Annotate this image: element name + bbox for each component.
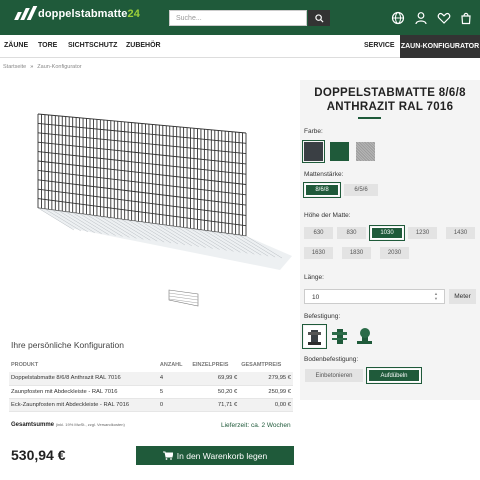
- cell-unit-price: 71,71 €: [217, 401, 238, 408]
- color-label: Farbe:: [304, 128, 323, 135]
- mount-label: Befestigung:: [304, 313, 341, 320]
- nav-item-tore[interactable]: TORE: [38, 42, 57, 49]
- add-to-cart-button[interactable]: In den Warenkorb legen: [136, 446, 294, 465]
- table-row: Doppelstabmatte 8/6/8 Anthrazit RAL 7016…: [9, 372, 293, 385]
- cell-product: Eck-Zaunpfosten mit Abdeckleiste - RAL 7…: [11, 401, 130, 408]
- col-total-price: GESAMTPREIS: [241, 362, 282, 368]
- breadcrumb-home[interactable]: Startseite: [3, 64, 26, 70]
- nav-item-zaeune[interactable]: ZÄUNE: [4, 42, 28, 49]
- main-nav: ZÄUNE TORE SICHTSCHUTZ ZUBEHÖR SERVICE Z…: [0, 35, 480, 58]
- total-price: 530,94 €: [11, 447, 66, 463]
- mount-option-1-icon[interactable]: [301, 323, 328, 350]
- logo[interactable]: doppelstabmatte24: [12, 6, 140, 20]
- table-row: Eck-Zaunpfosten mit Abdeckleiste - RAL 7…: [9, 398, 293, 411]
- cart-icon[interactable]: [459, 11, 473, 25]
- thickness-option-656[interactable]: 6/5/6: [344, 184, 378, 196]
- cell-total-price: 279,95 €: [268, 375, 291, 382]
- col-unit-price: EINZELPREIS: [192, 362, 229, 368]
- length-stepper-icon[interactable]: ▲ ▼: [434, 291, 438, 301]
- cell-total-price: 0,00 €: [274, 401, 291, 408]
- color-swatch-gruen[interactable]: [330, 142, 349, 161]
- breadcrumb-current: Zaun-Konfigurator: [37, 64, 82, 70]
- color-swatch-verzinkt[interactable]: [356, 142, 375, 161]
- nav-item-zubehoer[interactable]: ZUBEHÖR: [126, 42, 161, 49]
- cell-unit-price: 69,99 €: [217, 375, 238, 382]
- user-icon[interactable]: [414, 11, 428, 25]
- summary-table: PRODUKT ANZAHL EINZELPREIS GESAMTPREIS D…: [9, 358, 293, 412]
- add-to-cart-label: In den Warenkorb legen: [176, 450, 268, 461]
- cell-product: Zaunpfosten mit Abdeckleiste - RAL 7016: [11, 388, 118, 395]
- height-option-1830[interactable]: 1830: [342, 247, 371, 259]
- floor-mount-label: Bodenbefestigung:: [304, 356, 359, 363]
- top-header: doppelstabmatte24 Suche...: [0, 0, 480, 35]
- logo-text: doppelstabmatte24: [38, 8, 140, 20]
- summary-title: Ihre persönliche Konfiguration: [11, 340, 124, 350]
- thickness-label: Mattenstärke:: [304, 171, 344, 178]
- height-option-1430[interactable]: 1430: [446, 227, 475, 239]
- height-label: Höhe der Matte:: [304, 212, 351, 219]
- table-row: Zaunpfosten mit Abdeckleiste - RAL 7016 …: [9, 385, 293, 398]
- globe-icon[interactable]: [391, 11, 405, 25]
- length-unit: Meter: [449, 289, 476, 304]
- heart-icon[interactable]: [437, 11, 451, 25]
- product-thumbnail[interactable]: [168, 288, 200, 308]
- cell-quantity: 0: [159, 401, 164, 408]
- floor-option-einbetonieren[interactable]: Einbetonieren: [305, 369, 363, 382]
- cell-unit-price: 50,20 €: [217, 388, 238, 395]
- length-label: Länge:: [304, 274, 324, 281]
- title-underline: [358, 117, 381, 119]
- search-button[interactable]: [308, 10, 330, 26]
- search-icon: [314, 13, 324, 23]
- nav-item-service[interactable]: SERVICE: [364, 42, 395, 49]
- color-swatch-anthrazit[interactable]: [301, 139, 326, 164]
- mount-option-3-icon[interactable]: [354, 326, 375, 347]
- total-label: Gesamtsumme (inkl. 19% MwSt., zzgl. Vers…: [11, 422, 125, 428]
- table-header-row: PRODUKT ANZAHL EINZELPREIS GESAMTPREIS: [9, 358, 293, 372]
- height-option-1230[interactable]: 1230: [408, 227, 437, 239]
- breadcrumb-separator: »: [30, 64, 34, 70]
- product-title: DOPPELSTABMATTE 8/6/8 ANTHRAZIT RAL 7016: [314, 87, 466, 113]
- cell-quantity: 5: [159, 388, 164, 395]
- breadcrumb: Startseite » Zaun-Konfigurator: [3, 64, 82, 70]
- mount-option-2-icon[interactable]: [329, 326, 350, 347]
- configurator-panel: [300, 80, 480, 400]
- cell-product: Doppelstabmatte 8/6/8 Anthrazit RAL 7016: [11, 375, 121, 382]
- height-option-630[interactable]: 630: [304, 227, 333, 239]
- col-quantity: ANZAHL: [159, 362, 183, 368]
- cart-icon: [162, 451, 173, 460]
- delivery-time: Lieferzeit: ca. 2 Wochen: [221, 422, 291, 429]
- height-option-1030[interactable]: 1030: [368, 224, 406, 242]
- product-image: [37, 113, 292, 270]
- nav-item-configurator[interactable]: ZAUN-KONFIGURATOR: [400, 35, 480, 58]
- col-product: PRODUKT: [11, 362, 39, 368]
- length-input[interactable]: 10: [304, 289, 445, 304]
- thickness-option-868[interactable]: 8/6/8: [302, 181, 342, 199]
- cell-total-price: 250,99 €: [268, 388, 291, 395]
- cell-quantity: 4: [159, 375, 164, 382]
- logo-mark-icon: [12, 6, 38, 20]
- floor-option-aufduebeln[interactable]: Aufdübeln: [365, 366, 423, 385]
- search-input[interactable]: Suche...: [169, 10, 307, 26]
- height-option-830[interactable]: 830: [337, 227, 366, 239]
- nav-item-sichtschutz[interactable]: SICHTSCHUTZ: [68, 42, 117, 49]
- height-option-2030[interactable]: 2030: [380, 247, 409, 259]
- total-note: (inkl. 19% MwSt., zzgl. Versandkosten): [55, 422, 125, 427]
- height-option-1630[interactable]: 1630: [304, 247, 333, 259]
